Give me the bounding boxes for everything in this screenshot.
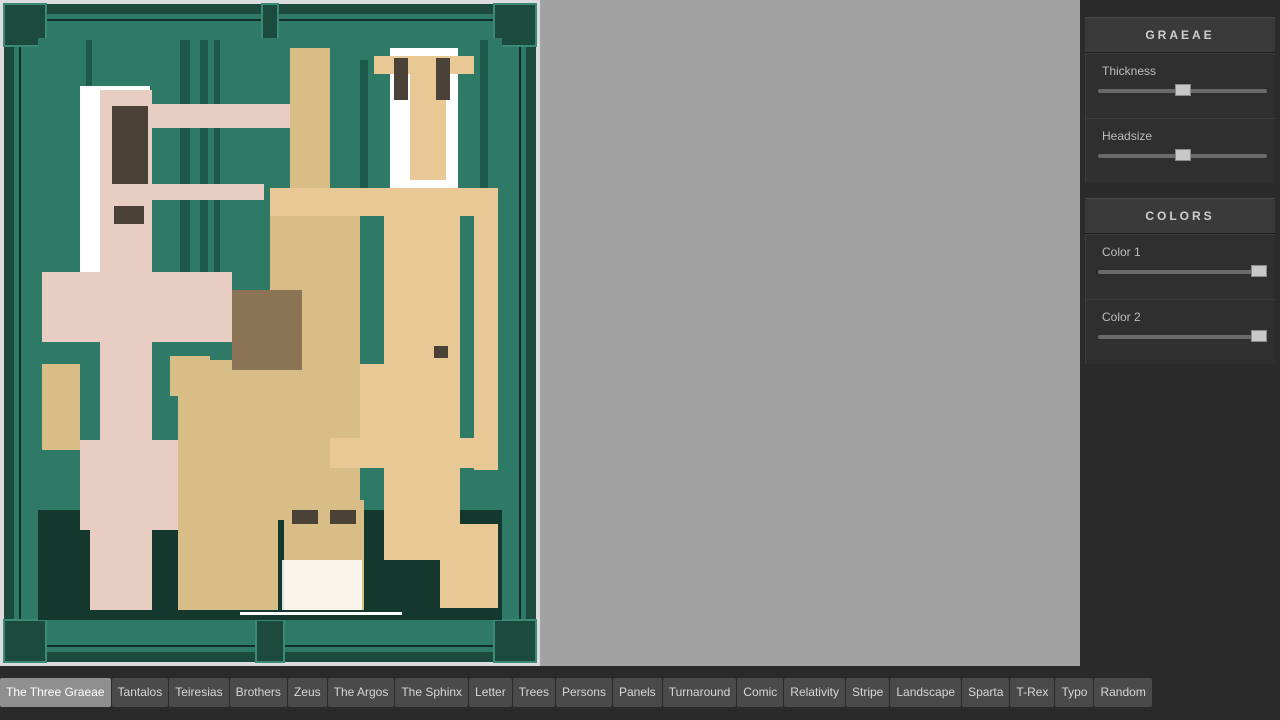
tab-landscape[interactable]: Landscape <box>890 678 962 707</box>
tab-comic[interactable]: Comic <box>737 678 784 707</box>
slider-thumb[interactable] <box>1174 84 1191 96</box>
tab-the-sphinx[interactable]: The Sphinx <box>395 678 469 707</box>
tab-stripe[interactable]: Stripe <box>845 678 890 707</box>
slider-track[interactable] <box>1098 149 1267 161</box>
control-panel: GRAEAE Thickness Headsize COLORS Color 1 Colo… <box>1080 0 1280 666</box>
slider-label: Color 2 <box>1102 310 1141 324</box>
ground-line <box>240 612 402 615</box>
slider-row: Headsize <box>1085 118 1275 183</box>
slider-thumb[interactable] <box>1251 330 1267 342</box>
slider-row: Thickness <box>1085 53 1275 118</box>
section-colors: COLORS Color 1 Color 2 <box>1085 198 1275 364</box>
slider-track[interactable] <box>1098 330 1267 342</box>
tab-panels[interactable]: Panels <box>612 678 662 707</box>
tab-list: The Three Graeae Tantalos Teiresias Brother… <box>0 678 1153 707</box>
white-strands <box>282 560 362 610</box>
tab-sparta[interactable]: Sparta <box>962 678 1010 707</box>
tab-bar: The Three Graeae Tantalos Teiresias Brother… <box>0 666 1280 720</box>
tab-teiresias[interactable]: Teiresias <box>169 678 229 707</box>
tab-persons[interactable]: Persons <box>555 678 612 707</box>
tab-relativity[interactable]: Relativity <box>784 678 845 707</box>
tab-the-three-graeae[interactable]: The Three Graeae <box>0 678 111 707</box>
corner-br <box>493 619 537 663</box>
tab-typo[interactable]: Typo <box>1055 678 1094 707</box>
section-graeae: GRAEAE Thickness Headsize <box>1085 17 1275 183</box>
canvas-area <box>0 0 1080 666</box>
frame-bottom-knot <box>255 619 285 663</box>
tab-random[interactable]: Random <box>1094 678 1152 707</box>
corner-bl <box>3 619 47 663</box>
slider-row: Color 1 <box>1085 234 1275 299</box>
tab-trees[interactable]: Trees <box>512 678 555 707</box>
tab-t-rex[interactable]: T-Rex <box>1010 678 1055 707</box>
slider-track[interactable] <box>1098 84 1267 96</box>
tab-letter[interactable]: Letter <box>469 678 512 707</box>
slider-label: Headsize <box>1102 129 1153 143</box>
slider-label: Color 1 <box>1102 245 1141 259</box>
slider-row: Color 2 <box>1085 299 1275 364</box>
slider-thumb[interactable] <box>1251 265 1267 277</box>
slider-thumb[interactable] <box>1174 149 1191 161</box>
tab-tantalos[interactable]: Tantalos <box>111 678 169 707</box>
slider-track[interactable] <box>1098 265 1267 277</box>
section-header[interactable]: GRAEAE <box>1085 17 1275 53</box>
section-header[interactable]: COLORS <box>1085 198 1275 234</box>
artwork-svg <box>3 3 537 663</box>
tab-turnaround[interactable]: Turnaround <box>662 678 737 707</box>
artwork[interactable] <box>0 0 540 666</box>
tab-brothers[interactable]: Brothers <box>229 678 287 707</box>
tab-zeus[interactable]: Zeus <box>287 678 327 707</box>
tab-the-argos[interactable]: The Argos <box>327 678 395 707</box>
slider-label: Thickness <box>1102 64 1157 78</box>
